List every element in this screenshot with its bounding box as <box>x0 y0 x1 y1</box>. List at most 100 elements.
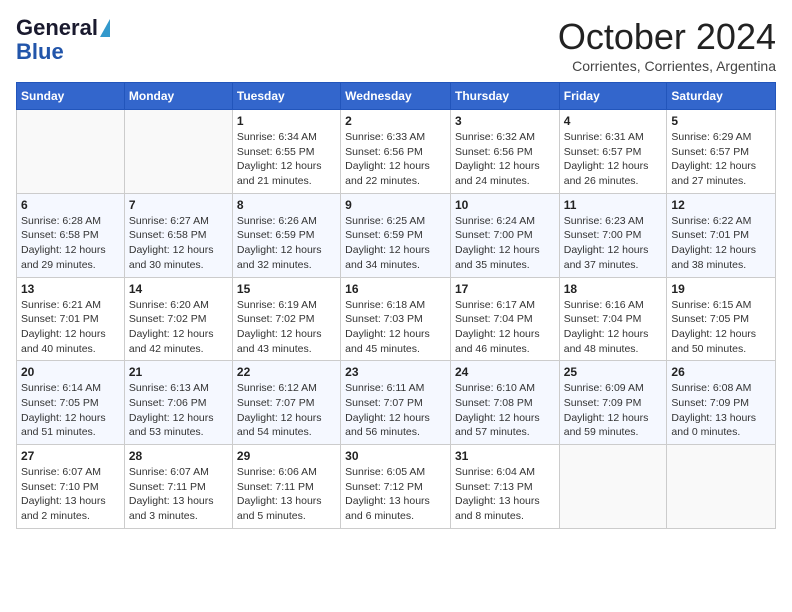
calendar-header-row: SundayMondayTuesdayWednesdayThursdayFrid… <box>17 83 776 110</box>
calendar-cell: 12 Sunrise: 6:22 AM Sunset: 7:01 PM Dayli… <box>667 193 776 277</box>
day-number: 23 <box>345 365 446 379</box>
day-info: Sunrise: 6:07 AM Sunset: 7:10 PM Dayligh… <box>21 465 120 524</box>
day-number: 21 <box>129 365 228 379</box>
day-number: 24 <box>455 365 555 379</box>
day-info: Sunrise: 6:09 AM Sunset: 7:09 PM Dayligh… <box>564 381 663 440</box>
day-info: Sunrise: 6:24 AM Sunset: 7:00 PM Dayligh… <box>455 214 555 273</box>
day-info: Sunrise: 6:16 AM Sunset: 7:04 PM Dayligh… <box>564 298 663 357</box>
calendar-cell: 25 Sunrise: 6:09 AM Sunset: 7:09 PM Dayli… <box>559 361 667 445</box>
logo-triangle-icon <box>100 19 110 37</box>
month-title: October 2024 <box>558 16 776 58</box>
day-number: 22 <box>237 365 336 379</box>
day-number: 26 <box>671 365 771 379</box>
calendar-header: SundayMondayTuesdayWednesdayThursdayFrid… <box>17 83 776 110</box>
calendar-table: SundayMondayTuesdayWednesdayThursdayFrid… <box>16 82 776 529</box>
location-title: Corrientes, Corrientes, Argentina <box>558 58 776 74</box>
header-cell-tuesday: Tuesday <box>232 83 340 110</box>
calendar-cell: 7 Sunrise: 6:27 AM Sunset: 6:58 PM Daylig… <box>124 193 232 277</box>
calendar-cell <box>559 445 667 529</box>
day-number: 2 <box>345 114 446 128</box>
day-number: 1 <box>237 114 336 128</box>
calendar-cell: 1 Sunrise: 6:34 AM Sunset: 6:55 PM Daylig… <box>232 110 340 194</box>
calendar-cell: 15Sunrise: 6:19 AM Sunset: 7:02 PM Dayli… <box>232 277 340 361</box>
calendar-cell: 19 Sunrise: 6:15 AM Sunset: 7:05 PM Dayli… <box>667 277 776 361</box>
calendar-cell: 24 Sunrise: 6:10 AM Sunset: 7:08 PM Dayli… <box>450 361 559 445</box>
calendar-cell: 17Sunrise: 6:17 AM Sunset: 7:04 PM Dayli… <box>450 277 559 361</box>
day-number: 10 <box>455 198 555 212</box>
calendar-cell: 26 Sunrise: 6:08 AM Sunset: 7:09 PM Dayli… <box>667 361 776 445</box>
calendar-cell <box>17 110 125 194</box>
calendar-week-row: 20 Sunrise: 6:14 AM Sunset: 7:05 PM Dayli… <box>17 361 776 445</box>
calendar-cell: 22 Sunrise: 6:12 AM Sunset: 7:07 PM Dayli… <box>232 361 340 445</box>
day-info: Sunrise: 6:27 AM Sunset: 6:58 PM Dayligh… <box>129 214 228 273</box>
calendar-cell: 28 Sunrise: 6:07 AM Sunset: 7:11 PM Dayli… <box>124 445 232 529</box>
day-number: 12 <box>671 198 771 212</box>
day-info: Sunrise: 6:14 AM Sunset: 7:05 PM Dayligh… <box>21 381 120 440</box>
day-number: 7 <box>129 198 228 212</box>
calendar-cell <box>124 110 232 194</box>
day-number: 3 <box>455 114 555 128</box>
day-number: 11 <box>564 198 663 212</box>
logo-text-blue: Blue <box>16 39 64 64</box>
day-number: 20 <box>21 365 120 379</box>
day-number: 9 <box>345 198 446 212</box>
calendar-cell: 27 Sunrise: 6:07 AM Sunset: 7:10 PM Dayli… <box>17 445 125 529</box>
header-cell-thursday: Thursday <box>450 83 559 110</box>
header-cell-wednesday: Wednesday <box>341 83 451 110</box>
day-info: Sunrise: 6:07 AM Sunset: 7:11 PM Dayligh… <box>129 465 228 524</box>
calendar-cell: 3 Sunrise: 6:32 AM Sunset: 6:56 PM Daylig… <box>450 110 559 194</box>
day-number: 6 <box>21 198 120 212</box>
day-number: 29 <box>237 449 336 463</box>
calendar-cell: 16Sunrise: 6:18 AM Sunset: 7:03 PM Dayli… <box>341 277 451 361</box>
day-number: 27 <box>21 449 120 463</box>
calendar-cell: 23Sunrise: 6:11 AM Sunset: 7:07 PM Dayli… <box>341 361 451 445</box>
calendar-cell: 20 Sunrise: 6:14 AM Sunset: 7:05 PM Dayli… <box>17 361 125 445</box>
day-info: Sunrise: 6:32 AM Sunset: 6:56 PM Dayligh… <box>455 130 555 189</box>
logo-text-general: General <box>16 16 98 40</box>
calendar-cell: 30 Sunrise: 6:05 AM Sunset: 7:12 PM Dayli… <box>341 445 451 529</box>
day-info: Sunrise: 6:08 AM Sunset: 7:09 PM Dayligh… <box>671 381 771 440</box>
day-info: Sunrise: 6:06 AM Sunset: 7:11 PM Dayligh… <box>237 465 336 524</box>
logo: General Blue <box>16 16 110 64</box>
day-number: 5 <box>671 114 771 128</box>
day-info: Sunrise: 6:23 AM Sunset: 7:00 PM Dayligh… <box>564 214 663 273</box>
header-cell-sunday: Sunday <box>17 83 125 110</box>
calendar-week-row: 1 Sunrise: 6:34 AM Sunset: 6:55 PM Daylig… <box>17 110 776 194</box>
day-info: Sunrise: 6:17 AM Sunset: 7:04 PM Dayligh… <box>455 298 555 357</box>
calendar-cell: 14Sunrise: 6:20 AM Sunset: 7:02 PM Dayli… <box>124 277 232 361</box>
day-info: Sunrise: 6:22 AM Sunset: 7:01 PM Dayligh… <box>671 214 771 273</box>
page-header: General Blue October 2024 Corrientes, Co… <box>16 16 776 74</box>
day-number: 19 <box>671 282 771 296</box>
day-number: 25 <box>564 365 663 379</box>
header-cell-monday: Monday <box>124 83 232 110</box>
calendar-cell: 13 Sunrise: 6:21 AM Sunset: 7:01 PM Dayli… <box>17 277 125 361</box>
day-number: 8 <box>237 198 336 212</box>
day-info: Sunrise: 6:15 AM Sunset: 7:05 PM Dayligh… <box>671 298 771 357</box>
calendar-cell: 8 Sunrise: 6:26 AM Sunset: 6:59 PM Daylig… <box>232 193 340 277</box>
calendar-cell: 31Sunrise: 6:04 AM Sunset: 7:13 PM Dayli… <box>450 445 559 529</box>
day-info: Sunrise: 6:10 AM Sunset: 7:08 PM Dayligh… <box>455 381 555 440</box>
day-info: Sunrise: 6:13 AM Sunset: 7:06 PM Dayligh… <box>129 381 228 440</box>
day-number: 18 <box>564 282 663 296</box>
calendar-cell: 18 Sunrise: 6:16 AM Sunset: 7:04 PM Dayli… <box>559 277 667 361</box>
day-number: 13 <box>21 282 120 296</box>
day-info: Sunrise: 6:21 AM Sunset: 7:01 PM Dayligh… <box>21 298 120 357</box>
day-info: Sunrise: 6:04 AM Sunset: 7:13 PM Dayligh… <box>455 465 555 524</box>
day-info: Sunrise: 6:34 AM Sunset: 6:55 PM Dayligh… <box>237 130 336 189</box>
calendar-cell: 2Sunrise: 6:33 AM Sunset: 6:56 PM Daylig… <box>341 110 451 194</box>
calendar-cell: 10 Sunrise: 6:24 AM Sunset: 7:00 PM Dayli… <box>450 193 559 277</box>
calendar-cell <box>667 445 776 529</box>
day-info: Sunrise: 6:28 AM Sunset: 6:58 PM Dayligh… <box>21 214 120 273</box>
calendar-cell: 29 Sunrise: 6:06 AM Sunset: 7:11 PM Dayli… <box>232 445 340 529</box>
day-info: Sunrise: 6:05 AM Sunset: 7:12 PM Dayligh… <box>345 465 446 524</box>
day-info: Sunrise: 6:26 AM Sunset: 6:59 PM Dayligh… <box>237 214 336 273</box>
calendar-cell: 11 Sunrise: 6:23 AM Sunset: 7:00 PM Dayli… <box>559 193 667 277</box>
calendar-week-row: 6 Sunrise: 6:28 AM Sunset: 6:58 PM Daylig… <box>17 193 776 277</box>
day-info: Sunrise: 6:18 AM Sunset: 7:03 PM Dayligh… <box>345 298 446 357</box>
title-area: October 2024 Corrientes, Corrientes, Arg… <box>558 16 776 74</box>
calendar-week-row: 13 Sunrise: 6:21 AM Sunset: 7:01 PM Dayli… <box>17 277 776 361</box>
day-number: 30 <box>345 449 446 463</box>
calendar-cell: 9Sunrise: 6:25 AM Sunset: 6:59 PM Daylig… <box>341 193 451 277</box>
day-info: Sunrise: 6:12 AM Sunset: 7:07 PM Dayligh… <box>237 381 336 440</box>
day-number: 28 <box>129 449 228 463</box>
